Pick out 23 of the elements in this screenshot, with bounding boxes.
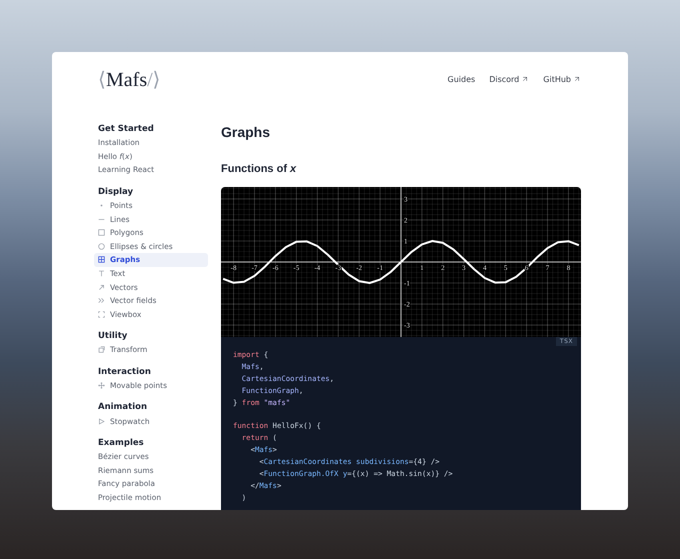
logo[interactable]: ⟨Mafs/⟩: [98, 66, 161, 92]
square-icon: [98, 229, 105, 236]
nav-link[interactable]: Guides: [448, 74, 476, 84]
dot-icon: [98, 202, 105, 210]
nav-link[interactable]: Discord: [489, 74, 530, 84]
circle-icon: [98, 242, 105, 250]
sidebar-section-title: Interaction: [98, 366, 152, 377]
nav-link[interactable]: GitHub: [543, 74, 581, 84]
sidebar-section-title: Animation: [98, 402, 148, 412]
frame-icon: [98, 310, 105, 318]
play-icon: [98, 418, 105, 425]
chevrons-icon: [98, 297, 105, 304]
grid-icon: [98, 256, 105, 264]
sidebar-section-title: Display: [98, 186, 134, 197]
text-icon: [98, 270, 105, 278]
box-icon: [98, 346, 105, 354]
section-heading: Functions of x: [221, 163, 298, 175]
sidebar-section-title: Utility: [98, 331, 128, 342]
arrow-icon: [98, 284, 105, 291]
sidebar-section-title: Examples: [98, 438, 145, 448]
move-icon: [98, 382, 105, 390]
page-title: Graphs: [221, 124, 272, 140]
sidebar-section-title: Get Started: [98, 124, 155, 134]
